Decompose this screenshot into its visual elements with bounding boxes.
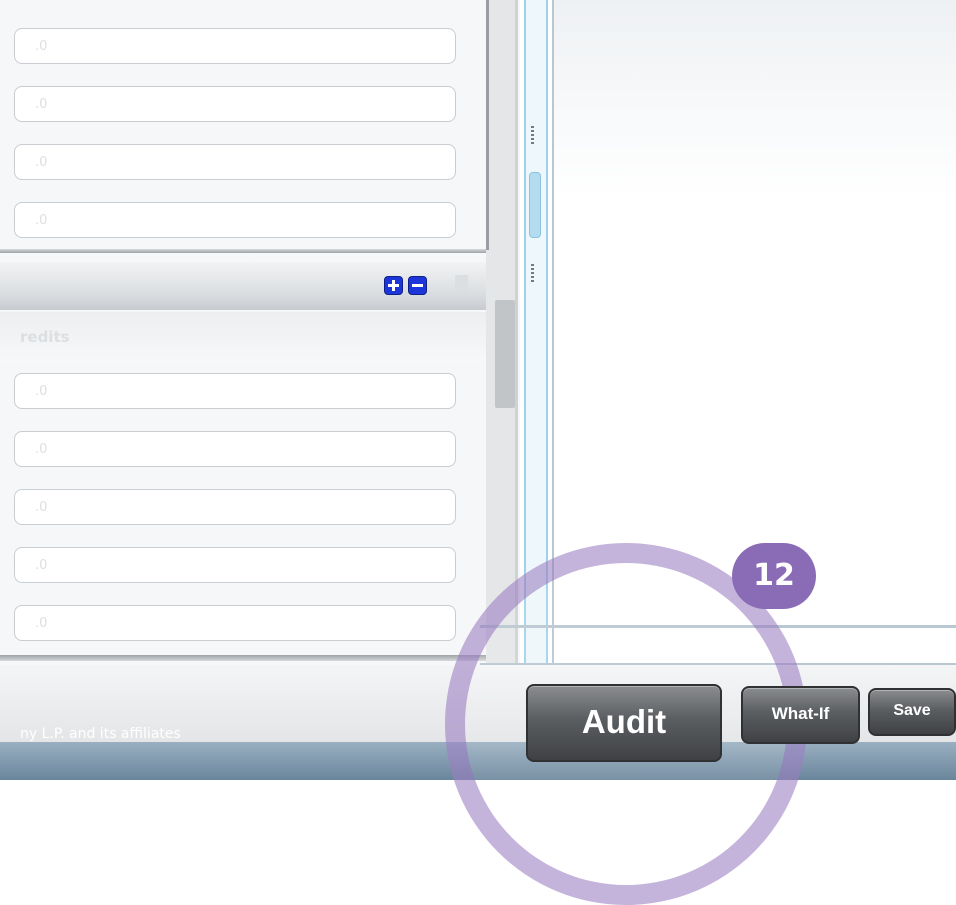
- column-header: [0, 312, 490, 362]
- step-number-badge: 12: [732, 543, 816, 609]
- amount-field[interactable]: .0: [14, 86, 456, 122]
- what-if-button[interactable]: What-If: [741, 686, 860, 744]
- credits-column-label: redits: [20, 328, 70, 346]
- vertical-grip-icon: [531, 264, 534, 282]
- copyright-text: ny L.P. and its affiliates: [20, 726, 181, 742]
- section-divider: [0, 249, 490, 253]
- audit-button[interactable]: Audit: [526, 684, 722, 762]
- plus-square-icon[interactable]: [384, 276, 403, 295]
- credit-field[interactable]: .0: [14, 489, 456, 525]
- credit-field[interactable]: .0: [14, 373, 456, 409]
- amount-field[interactable]: .0: [14, 28, 456, 64]
- scrollbar-thumb[interactable]: [495, 300, 515, 408]
- vertical-grip-icon: [531, 126, 534, 144]
- scrollbar-edge: [486, 0, 489, 250]
- save-button[interactable]: Save: [868, 688, 956, 736]
- document-icon[interactable]: [455, 275, 468, 292]
- credit-field[interactable]: .0: [14, 547, 456, 583]
- credit-field[interactable]: .0: [14, 431, 456, 467]
- collapse-handle-icon[interactable]: [529, 172, 541, 238]
- minus-square-icon[interactable]: [408, 276, 427, 295]
- credit-field[interactable]: .0: [14, 605, 456, 641]
- section-divider: [0, 655, 490, 661]
- amount-field[interactable]: .0: [14, 202, 456, 238]
- amount-field[interactable]: .0: [14, 144, 456, 180]
